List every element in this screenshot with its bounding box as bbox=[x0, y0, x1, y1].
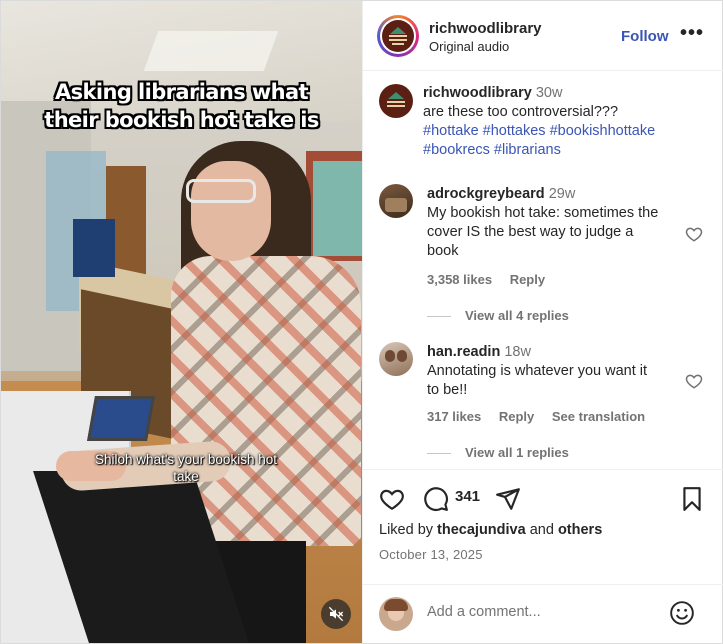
commenter-avatar[interactable] bbox=[379, 184, 413, 218]
reply-button[interactable]: Reply bbox=[510, 272, 545, 287]
post-header: richwoodlibrary Original audio Follow ••… bbox=[363, 1, 723, 71]
replies-divider bbox=[427, 316, 451, 318]
caption-hashtags[interactable]: #hottake #hottakes #bookishhottake bbox=[423, 122, 713, 141]
overlay-title-line: their bookish hot take is bbox=[44, 108, 319, 132]
more-options-icon[interactable]: ••• bbox=[680, 22, 704, 45]
see-translation-button[interactable]: See translation bbox=[552, 409, 645, 424]
comment-text: to be!! bbox=[427, 382, 468, 398]
commenter-avatar[interactable] bbox=[379, 342, 413, 376]
comments-section[interactable]: richwoodlibrary 30w are these too contro… bbox=[363, 72, 723, 469]
caption-line: take bbox=[173, 469, 199, 484]
comment-bubble-icon[interactable] bbox=[423, 486, 449, 512]
reel-video[interactable]: Asking librarians what their bookish hot… bbox=[1, 1, 362, 643]
header-username[interactable]: richwoodlibrary bbox=[429, 20, 542, 37]
liked-by-and: and bbox=[525, 522, 558, 538]
comment-body: han.readin 18w Annotating is whatever yo… bbox=[427, 343, 689, 400]
person-face bbox=[191, 161, 271, 261]
save-bookmark-icon[interactable] bbox=[679, 486, 705, 512]
caption-time[interactable]: 30w bbox=[536, 85, 563, 101]
current-user-avatar[interactable] bbox=[379, 597, 413, 631]
comment-text: My bookish hot take: sometimes the bbox=[427, 205, 659, 221]
comment-username[interactable]: adrockgreybeard bbox=[427, 186, 545, 202]
scene-sign bbox=[73, 219, 115, 277]
like-heart-icon[interactable] bbox=[379, 486, 405, 512]
post-actions: 341 Liked by thecajundiva and others Oct… bbox=[363, 469, 723, 584]
person-glasses bbox=[186, 179, 256, 203]
scene-ceiling-light bbox=[143, 31, 279, 71]
liked-by-others[interactable]: others bbox=[558, 522, 602, 538]
add-comment-bar bbox=[363, 584, 723, 643]
comment-count: 341 bbox=[455, 488, 481, 505]
comment-likes[interactable]: 317 likes bbox=[427, 409, 481, 424]
library-logo bbox=[382, 20, 414, 52]
mute-button[interactable] bbox=[321, 599, 351, 629]
comment-text: Annotating is whatever you want it bbox=[427, 363, 648, 379]
liked-by-prefix: Liked by bbox=[379, 522, 438, 538]
comment-time[interactable]: 18w bbox=[504, 344, 531, 360]
post-date[interactable]: October 13, 2025 bbox=[379, 547, 483, 562]
comment-meta: 317 likes Reply See translation bbox=[427, 409, 659, 424]
caption-username[interactable]: richwoodlibrary bbox=[423, 85, 532, 101]
comment-likes[interactable]: 3,358 likes bbox=[427, 272, 492, 287]
share-paper-plane-icon[interactable] bbox=[495, 486, 521, 512]
like-comment-heart-icon[interactable] bbox=[685, 225, 703, 243]
view-replies-label: View all 4 replies bbox=[465, 308, 569, 323]
post-caption: richwoodlibrary 30w are these too contro… bbox=[423, 84, 713, 160]
view-replies-button[interactable]: View all 4 replies bbox=[427, 308, 569, 323]
video-overlay-title: Asking librarians what their bookish hot… bbox=[1, 78, 362, 134]
comment-body: adrockgreybeard 29w My bookish hot take:… bbox=[427, 185, 689, 261]
replies-divider bbox=[427, 453, 451, 455]
comment-time[interactable]: 29w bbox=[549, 186, 576, 202]
comment-meta: 3,358 likes Reply bbox=[427, 272, 559, 287]
emoji-icon[interactable] bbox=[669, 600, 695, 626]
overlay-title-line: Asking librarians what bbox=[54, 80, 309, 104]
profile-avatar[interactable] bbox=[377, 15, 419, 57]
reply-button[interactable]: Reply bbox=[499, 409, 534, 424]
comment-text: cover IS the best way to judge a bbox=[427, 224, 634, 240]
caption-hashtags[interactable]: #bookrecs #librarians bbox=[423, 141, 713, 160]
liked-by-user[interactable]: thecajundiva bbox=[437, 522, 526, 538]
comment-username[interactable]: han.readin bbox=[427, 344, 500, 360]
caption-text: are these too controversial??? bbox=[423, 104, 619, 120]
comment-text: book bbox=[427, 243, 459, 259]
follow-button[interactable]: Follow bbox=[621, 28, 669, 45]
speaker-muted-icon bbox=[328, 606, 344, 622]
post-panel: richwoodlibrary Original audio Follow ••… bbox=[362, 1, 723, 643]
video-caption: Shiloh what's your bookish hot take bbox=[71, 451, 301, 485]
scene-touchscreen bbox=[87, 396, 155, 441]
scene-bulletin-board bbox=[313, 161, 362, 256]
like-comment-heart-icon[interactable] bbox=[685, 372, 703, 390]
liked-by: Liked by thecajundiva and others bbox=[379, 522, 602, 538]
view-replies-label: View all 1 replies bbox=[465, 445, 569, 460]
comment-input[interactable] bbox=[427, 601, 667, 623]
view-replies-button[interactable]: View all 1 replies bbox=[427, 445, 569, 460]
caption-avatar[interactable] bbox=[379, 84, 413, 118]
caption-line: Shiloh what's your bookish hot bbox=[95, 452, 277, 467]
audio-label[interactable]: Original audio bbox=[429, 39, 509, 54]
